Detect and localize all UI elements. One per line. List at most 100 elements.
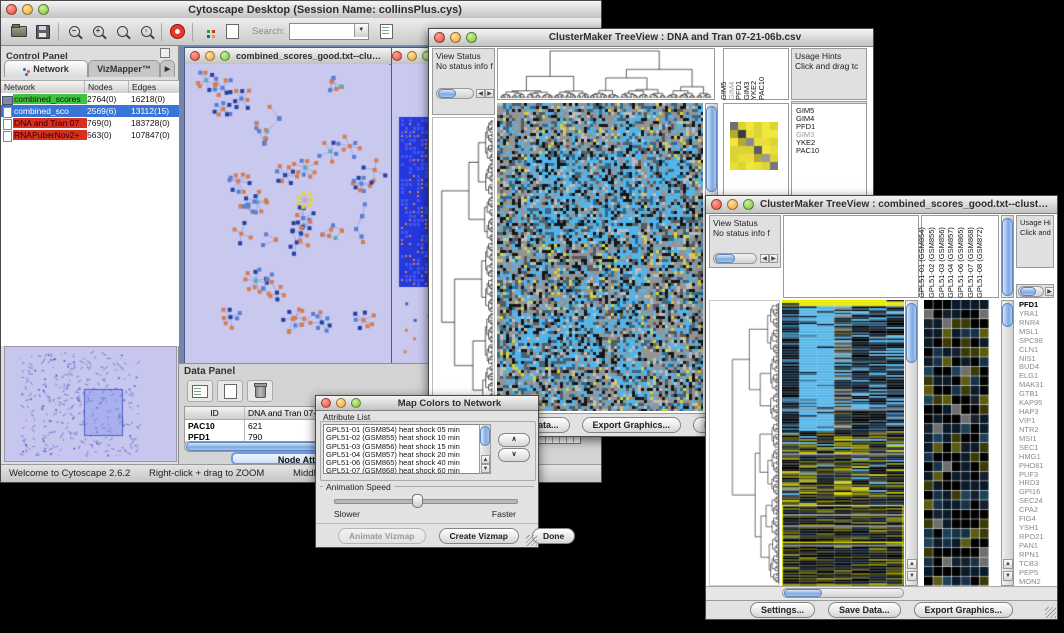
dialog-titlebar[interactable]: Map Colors to Network: [316, 396, 538, 411]
zoom-window-icon[interactable]: [743, 199, 754, 210]
scroll-down-icon[interactable]: ▼: [1003, 571, 1013, 581]
resize-grip[interactable]: [526, 535, 537, 546]
chevron-down-icon[interactable]: ▼: [354, 24, 368, 37]
row-dendrogram-canvas[interactable]: [709, 300, 780, 586]
treeview-action-button[interactable]: Export Graphics...: [582, 417, 682, 433]
annotation-button[interactable]: [220, 22, 244, 42]
new-attribute-button[interactable]: [217, 380, 243, 402]
zoom-selected-button[interactable]: ▫: [134, 22, 158, 42]
tab-overflow[interactable]: ▶: [160, 60, 175, 77]
network-window-1-titlebar[interactable]: combined_scores_good.txt--cluste...: [185, 48, 391, 65]
zoom-fit-button[interactable]: [110, 22, 134, 42]
network-tree-row[interactable]: combined_scores 2764(0) 16218(0): [1, 93, 179, 105]
zoom-window-icon[interactable]: [38, 4, 49, 15]
zoom-window-icon[interactable]: [220, 51, 230, 61]
scroll-thumb[interactable]: [1002, 303, 1013, 327]
zoom-window-icon[interactable]: [466, 32, 477, 43]
id-column-header[interactable]: ID: [185, 407, 245, 419]
column-dendrogram-canvas[interactable]: [497, 48, 715, 100]
scroll-down-icon[interactable]: ▼: [481, 464, 490, 473]
speed-slider-track[interactable]: [334, 499, 518, 504]
main-titlebar[interactable]: Cytoscape Desktop (Session Name: collins…: [1, 1, 601, 19]
scroll-thumb[interactable]: [1002, 218, 1013, 296]
global-heatmap-canvas[interactable]: [782, 300, 904, 586]
network-tree-row[interactable]: RNAPuberNov2+ 563(0) 107847(0): [1, 129, 179, 141]
birdseye-overview-canvas[interactable]: [4, 346, 177, 462]
scroll-thumb[interactable]: [784, 589, 822, 597]
minimize-icon[interactable]: [22, 4, 33, 15]
scroll-thumb[interactable]: [480, 426, 490, 446]
zoom-heatmap-canvas[interactable]: [730, 122, 778, 170]
scroll-thumb[interactable]: [1020, 287, 1036, 296]
column-labels-panel[interactable]: GPL51-01 (GSM854)GPL51-02 (GSM855)GPL51-…: [921, 215, 999, 298]
minimize-icon[interactable]: [727, 199, 738, 210]
dialog-button[interactable]: Done: [532, 528, 575, 544]
row-dendrogram-canvas[interactable]: [432, 117, 495, 411]
zoom-vscrollbar[interactable]: ▲ ▼: [1001, 300, 1014, 586]
minimize-icon[interactable]: [407, 51, 417, 61]
scroll-up-icon[interactable]: ▲: [907, 559, 917, 569]
float-panel-icon[interactable]: [160, 48, 170, 58]
search-input[interactable]: ▼: [289, 23, 369, 40]
close-icon[interactable]: [711, 199, 722, 210]
scroll-thumb[interactable]: [906, 303, 917, 363]
scroll-up-icon[interactable]: ▲: [1003, 559, 1013, 569]
network-tree-row[interactable]: DNA and Tran 07 769(0) 183728(0): [1, 117, 179, 129]
minimize-icon[interactable]: [450, 32, 461, 43]
select-attributes-button[interactable]: [187, 380, 213, 402]
minimize-icon[interactable]: [205, 51, 215, 61]
resize-grip[interactable]: [1045, 607, 1056, 618]
close-icon[interactable]: [392, 51, 402, 61]
treeview-action-button[interactable]: Save Data...: [828, 602, 901, 618]
heatmap-vscrollbar[interactable]: ▲ ▼: [905, 300, 918, 586]
attribute-list-vscrollbar[interactable]: ▲ ▼: [479, 424, 491, 474]
close-icon[interactable]: [434, 32, 445, 43]
gene-labels-panel[interactable]: PFD1YRA1RNR4MSL1SPC98CLN1NIS1BUD4ELG1MAK…: [1017, 300, 1057, 586]
scroll-right-icon[interactable]: ▶: [1045, 287, 1054, 296]
attribute-browser-button[interactable]: [375, 22, 399, 42]
treeview1-titlebar[interactable]: ClusterMaker TreeView : DNA and Tran 07-…: [429, 29, 873, 47]
zoom-in-button[interactable]: +: [86, 22, 110, 42]
help-button[interactable]: [165, 22, 189, 42]
global-heatmap-canvas[interactable]: [497, 103, 703, 411]
move-up-button[interactable]: ∧: [498, 433, 530, 447]
treeview-action-button[interactable]: Export Graphics...: [914, 602, 1014, 618]
vizmapper-button[interactable]: [196, 22, 220, 42]
scroll-up-icon[interactable]: ▲: [481, 455, 490, 464]
scroll-thumb[interactable]: [706, 106, 717, 192]
tab-network[interactable]: Network: [4, 60, 88, 77]
treeview-action-button[interactable]: Settings...: [750, 602, 815, 618]
zoom-window-icon[interactable]: [351, 398, 361, 408]
delete-attribute-button[interactable]: [247, 380, 273, 402]
attribute-list-item[interactable]: GPL51-07 (GSM868) heat shock 60 min: [326, 467, 490, 474]
close-icon[interactable]: [6, 4, 17, 15]
dialog-button[interactable]: Create Vizmap: [439, 528, 519, 544]
zoom-heatmap-canvas[interactable]: [924, 300, 989, 586]
open-session-button[interactable]: [7, 22, 31, 42]
close-icon[interactable]: [321, 398, 331, 408]
zoom-out-button[interactable]: −: [62, 22, 86, 42]
close-icon[interactable]: [190, 51, 200, 61]
attribute-list[interactable]: GPL51-01 (GSM854) heat shock 05 minGPL51…: [323, 424, 491, 474]
column-labels-panel[interactable]: GIM5GIM4PFD1GIM3YKE2PAC10: [723, 48, 789, 100]
dialog-button[interactable]: Animate Vizmap: [338, 528, 426, 544]
tab-vizmapper[interactable]: VizMapper™: [88, 60, 160, 77]
column-dendrogram-panel[interactable]: [783, 215, 919, 298]
network-view-canvas[interactable]: [185, 64, 389, 363]
view-status-hscrollbar[interactable]: [436, 88, 474, 99]
scroll-thumb[interactable]: [438, 89, 456, 98]
column-labels-vscrollbar[interactable]: [1001, 215, 1014, 298]
scroll-right-icon[interactable]: ▶: [769, 254, 778, 263]
view-status-hscrollbar[interactable]: [713, 253, 757, 264]
usage-hscrollbar[interactable]: [1018, 286, 1044, 297]
scroll-right-icon[interactable]: ▶: [485, 89, 494, 98]
move-down-button[interactable]: ∨: [498, 448, 530, 462]
treeview2-titlebar[interactable]: ClusterMaker TreeView : combined_scores_…: [706, 196, 1057, 214]
heatmap-hscrollbar[interactable]: [782, 588, 904, 598]
network-tree-row[interactable]: combined_sco 2569(6) 13112(15): [1, 105, 179, 117]
scroll-thumb[interactable]: [715, 254, 735, 263]
speed-slider-thumb[interactable]: [412, 494, 423, 508]
save-session-button[interactable]: [31, 22, 55, 42]
scroll-down-icon[interactable]: ▼: [907, 571, 917, 581]
scroll-left-icon[interactable]: ◀: [760, 254, 769, 263]
